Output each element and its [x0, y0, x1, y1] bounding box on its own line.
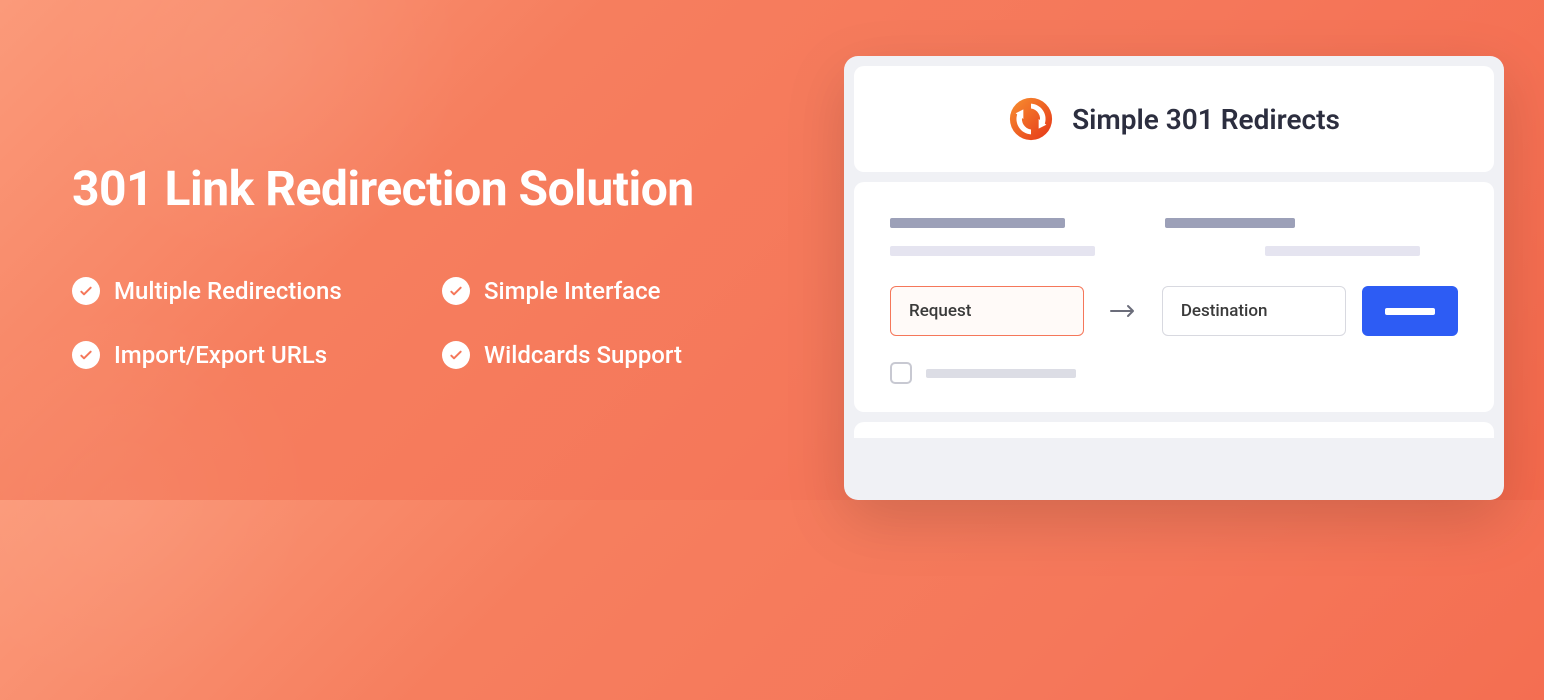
app-footer-strip	[854, 422, 1494, 438]
page-container: 301 Link Redirection Solution Multiple R…	[0, 0, 1544, 500]
skeleton-bar	[1265, 246, 1420, 256]
button-placeholder-line	[1385, 308, 1435, 315]
marketing-section: 301 Link Redirection Solution Multiple R…	[0, 0, 844, 500]
feature-item: Multiple Redirections	[72, 277, 422, 305]
check-icon	[442, 277, 470, 305]
request-label: Request	[909, 301, 971, 321]
check-icon	[442, 341, 470, 369]
checkbox-row	[890, 362, 1458, 384]
redirect-input-row: Request Destination	[890, 286, 1458, 336]
headline: 301 Link Redirection Solution	[72, 160, 844, 217]
checkbox-label-skeleton	[926, 369, 1076, 378]
feature-text: Simple Interface	[484, 277, 660, 305]
redirect-logo-icon	[1008, 96, 1054, 142]
feature-item: Import/Export URLs	[72, 341, 422, 369]
app-panel: Simple 301 Redirects Request	[844, 56, 1504, 500]
skeleton-bar	[890, 218, 1065, 228]
check-icon	[72, 277, 100, 305]
request-input[interactable]: Request	[890, 286, 1084, 336]
feature-text: Wildcards Support	[484, 341, 682, 369]
feature-item: Wildcards Support	[442, 341, 742, 369]
app-title: Simple 301 Redirects	[1072, 103, 1340, 136]
skeleton-bar	[890, 246, 1095, 256]
app-body: Request Destination	[854, 182, 1494, 412]
feature-text: Multiple Redirections	[114, 277, 342, 305]
app-header: Simple 301 Redirects	[854, 66, 1494, 172]
submit-button[interactable]	[1362, 286, 1458, 336]
app-preview-section: Simple 301 Redirects Request	[844, 0, 1544, 500]
check-icon	[72, 341, 100, 369]
skeleton-sub-row	[890, 246, 1458, 256]
features-grid: Multiple Redirections Simple Interface I…	[72, 277, 844, 369]
feature-text: Import/Export URLs	[114, 341, 327, 369]
arrow-right-icon	[1100, 303, 1146, 319]
wildcard-checkbox[interactable]	[890, 362, 912, 384]
skeleton-header-row	[890, 218, 1458, 228]
skeleton-bar	[1165, 218, 1295, 228]
feature-item: Simple Interface	[442, 277, 742, 305]
destination-input[interactable]: Destination	[1162, 286, 1346, 336]
destination-label: Destination	[1181, 301, 1268, 321]
